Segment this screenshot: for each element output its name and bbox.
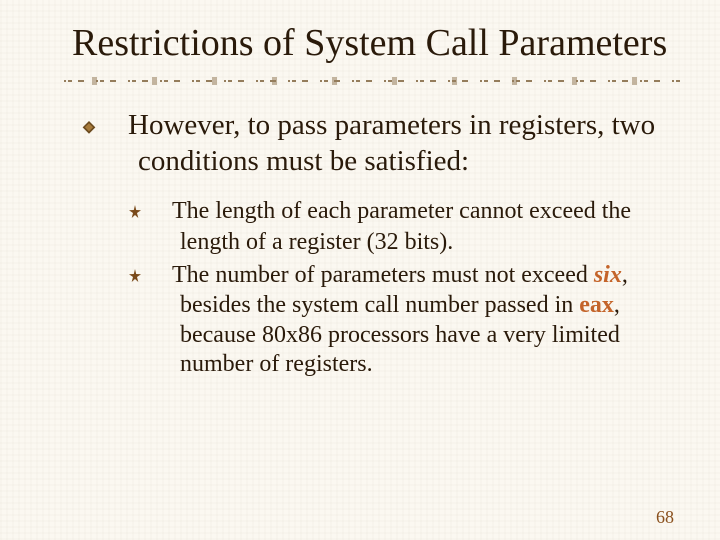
title-divider: [0, 76, 720, 86]
bullet-text: The length of each parameter cannot exce…: [172, 198, 631, 254]
page-number: 68: [656, 507, 674, 528]
diamond-bullet-icon: [110, 109, 128, 144]
bullet-text-part: The number of parameters must not exceed: [172, 262, 594, 288]
star-bullet-icon: [154, 198, 172, 227]
star-bullet-icon: [154, 262, 172, 291]
slide-title: Restrictions of System Call Parameters: [72, 22, 672, 66]
slide: Restrictions of System Call Parameters H…: [0, 0, 720, 540]
bullet-level2: The length of each parameter cannot exce…: [154, 197, 672, 257]
bullet-level2: The number of parameters must not exceed…: [154, 261, 672, 379]
bullet-text: However, to pass parameters in registers…: [128, 109, 655, 177]
emphasis-eax: eax: [579, 292, 614, 318]
bullet-level1: However, to pass parameters in registers…: [110, 108, 672, 180]
emphasis-six: six: [594, 262, 622, 288]
